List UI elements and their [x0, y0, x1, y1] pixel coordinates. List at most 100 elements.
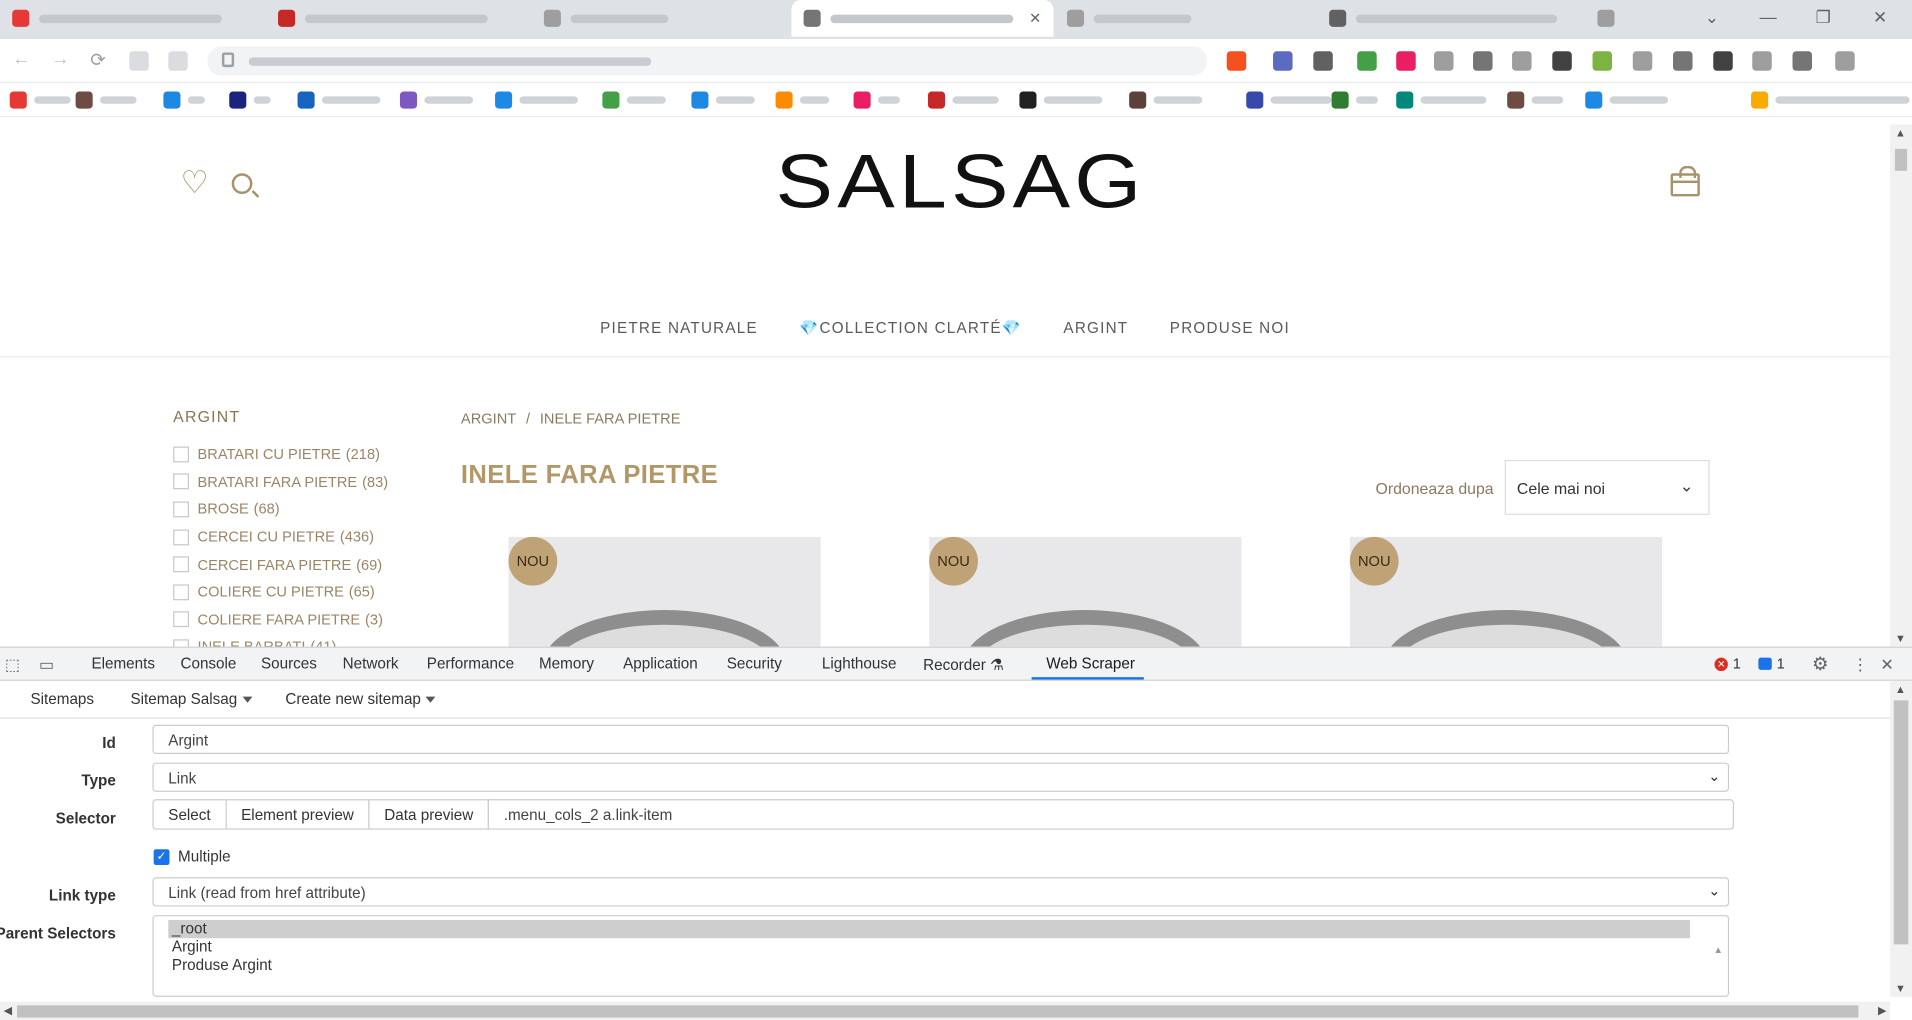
extension-icon[interactable]: [1552, 51, 1572, 71]
nav-item-pietre-naturale[interactable]: PIETRE NATURALE: [579, 320, 778, 338]
link-type-select[interactable]: Link (read from href attribute) ⌄: [152, 877, 1730, 907]
bookmark-item[interactable]: [602, 91, 666, 109]
search-icon[interactable]: [231, 173, 253, 194]
close-devtools-icon[interactable]: ✕: [1880, 655, 1893, 675]
filter-item[interactable]: COLIERE CU PIETRE (65): [173, 578, 441, 606]
browser-tab[interactable]: [266, 0, 528, 37]
bookmark-item[interactable]: [495, 91, 578, 109]
bookmark-item[interactable]: [1129, 91, 1203, 109]
browser-tab-active[interactable]: ✕: [791, 0, 1054, 37]
parent-option[interactable]: Argint: [168, 938, 1690, 956]
tab-close-icon[interactable]: ✕: [1029, 10, 1041, 27]
multiple-checkbox[interactable]: ✓: [153, 848, 170, 865]
filter-checkbox[interactable]: [173, 556, 190, 573]
shopping-bag-icon[interactable]: [1670, 165, 1700, 197]
restore-icon[interactable]: ❐: [1816, 7, 1831, 28]
nav-item-argint[interactable]: ARGINT: [1043, 320, 1149, 338]
nav-item-collection-clarte[interactable]: 💎COLLECTION CLARTÉ💎: [779, 320, 1043, 338]
more-options-icon[interactable]: ⋮: [1852, 655, 1868, 675]
extension-icon[interactable]: [1434, 51, 1454, 71]
extension-icon[interactable]: [1313, 51, 1333, 71]
tab-network[interactable]: Network: [343, 655, 399, 672]
bookmark-item[interactable]: [9, 91, 71, 109]
filter-item[interactable]: COLIERE FARA PIETRE (3): [173, 606, 441, 634]
bookmark-item[interactable]: [229, 91, 271, 109]
scroll-down-icon[interactable]: ▼: [1895, 982, 1906, 994]
message-count-badge[interactable]: 1: [1753, 654, 1789, 674]
bookmark-item[interactable]: [853, 91, 900, 109]
extension-icon[interactable]: [1357, 51, 1377, 71]
tab-performance[interactable]: Performance: [427, 655, 514, 672]
bookmark-item[interactable]: [1246, 91, 1332, 109]
lock-icon[interactable]: [221, 52, 235, 68]
bookmark-item[interactable]: [691, 91, 755, 109]
bookmark-item[interactable]: [775, 91, 830, 109]
filter-item[interactable]: INELE BARBATI (41): [173, 633, 441, 647]
data-preview-button[interactable]: Data preview: [368, 799, 490, 830]
sitemaps-link[interactable]: Sitemaps: [30, 691, 94, 708]
tab-sources[interactable]: Sources: [261, 655, 317, 672]
tab-recorder[interactable]: Recorder ⚗: [923, 655, 1004, 673]
extension-icon[interactable]: [1473, 51, 1493, 71]
scrollbar-thumb[interactable]: [1894, 148, 1908, 171]
bookmark-item[interactable]: [75, 91, 137, 109]
error-count-badge[interactable]: ✕ 1: [1710, 654, 1746, 674]
bookmark-item[interactable]: [1507, 91, 1564, 109]
sitemap-dropdown[interactable]: Sitemap Salsag: [130, 691, 252, 708]
filter-checkbox[interactable]: [173, 584, 190, 601]
site-logo[interactable]: SALSAG: [776, 139, 1146, 226]
filter-checkbox[interactable]: [173, 639, 190, 647]
reload-icon[interactable]: ⟳: [90, 49, 105, 71]
parent-selectors-listbox[interactable]: _root Argint Produse Argint ▲▼: [152, 915, 1730, 1019]
type-select[interactable]: Link ⌄: [152, 762, 1730, 792]
scroll-up-icon[interactable]: ▲: [1895, 683, 1906, 695]
extension-icon[interactable]: [1792, 51, 1813, 71]
device-toolbar-icon[interactable]: ▭: [39, 655, 54, 675]
window-close-icon[interactable]: ✕: [1873, 7, 1887, 28]
scroll-up-icon[interactable]: ▲: [1895, 127, 1906, 139]
browser-tab[interactable]: [532, 0, 794, 37]
filter-item[interactable]: BROSE (68): [173, 496, 441, 524]
browser-tab[interactable]: [1317, 0, 1579, 37]
bookmark-item[interactable]: [163, 91, 205, 109]
scrollbar-thumb[interactable]: [17, 1005, 1859, 1018]
filter-checkbox[interactable]: [173, 611, 190, 628]
address-bar[interactable]: [207, 46, 1208, 76]
gear-icon[interactable]: ⚙: [1812, 653, 1828, 675]
scroll-left-icon[interactable]: ◀: [4, 1004, 12, 1017]
sort-select[interactable]: Cele mai noi ⌄: [1504, 459, 1710, 515]
browser-tab[interactable]: [1585, 0, 1634, 37]
tab-application[interactable]: Application: [623, 655, 698, 672]
tab-search-dropdown-icon[interactable]: ⌄: [1705, 7, 1719, 28]
tab-lighthouse[interactable]: Lighthouse: [822, 655, 897, 672]
browser-tab[interactable]: [1055, 0, 1317, 37]
extension-icon[interactable]: [1673, 51, 1693, 71]
parent-option[interactable]: Produse Argint: [168, 957, 1690, 975]
bookmark-item[interactable]: [1585, 91, 1669, 109]
bookmark-item[interactable]: [1331, 91, 1378, 109]
extension-icon[interactable]: [1592, 51, 1613, 71]
selector-input[interactable]: .menu_cols_2 a.link-item: [487, 799, 1735, 830]
extension-icon[interactable]: [1226, 51, 1247, 71]
select-button[interactable]: Select: [152, 799, 227, 830]
parent-option[interactable]: _root: [168, 919, 1691, 939]
tab-elements[interactable]: Elements: [91, 655, 155, 672]
filter-checkbox[interactable]: [173, 501, 190, 518]
wishlist-heart-icon[interactable]: ♡: [180, 163, 208, 201]
tab-security[interactable]: Security: [727, 655, 782, 672]
extension-icon[interactable]: [1632, 51, 1653, 71]
page-scrollbar[interactable]: ▲ ▼: [1890, 124, 1912, 647]
extension-icon[interactable]: [168, 51, 188, 71]
bookmark-item[interactable]: [297, 91, 381, 109]
scroll-right-icon[interactable]: ▶: [1878, 1004, 1886, 1017]
extension-icon[interactable]: [129, 51, 149, 71]
breadcrumb-parent[interactable]: ARGINT: [461, 410, 516, 427]
nav-item-produse-noi[interactable]: PRODUSE NOI: [1149, 320, 1311, 338]
back-icon[interactable]: ←: [12, 49, 30, 70]
extension-icon[interactable]: [1512, 51, 1532, 71]
filter-item[interactable]: CERCEI CU PIETRE (436): [173, 523, 441, 551]
devtools-horizontal-scrollbar[interactable]: ◀ ▶: [0, 1001, 1891, 1020]
bookmark-item[interactable]: [399, 91, 474, 109]
filter-item[interactable]: BRATARI FARA PIETRE (83): [173, 468, 441, 496]
filter-item[interactable]: BRATARI CU PIETRE (218): [173, 440, 441, 468]
